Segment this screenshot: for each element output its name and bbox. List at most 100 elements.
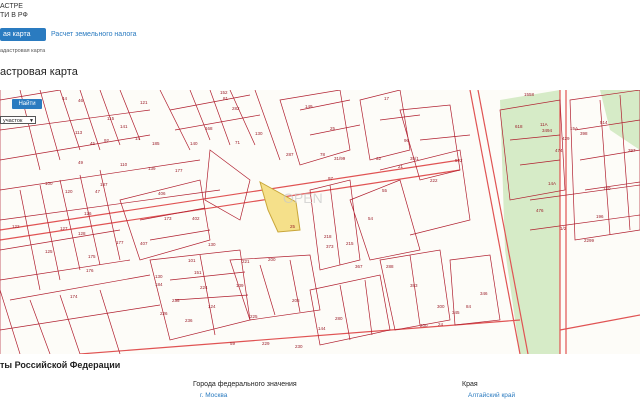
parcel-label: 71: [235, 140, 241, 145]
parcel-label: 367: [355, 264, 363, 269]
parcel-label: 14: [135, 136, 141, 141]
parcel-label: 1558: [524, 92, 535, 97]
parcel-label: 177: [175, 168, 183, 173]
brand-line-2: ТИ В РФ: [0, 12, 28, 19]
parcel-label: 208: [292, 298, 300, 303]
parcel-label: 175: [88, 254, 96, 259]
site-header: АСТРЕ ТИ В РФ: [0, 0, 640, 26]
parcel-label: 187: [100, 182, 108, 187]
regions-title: ты Российской Федерации: [0, 360, 121, 370]
parcel-label: 184: [155, 282, 163, 287]
parcel-label: 110: [120, 162, 128, 167]
parcel-label: 406: [158, 191, 166, 196]
parcel-label: 126: [84, 211, 92, 216]
tab-land-tax[interactable]: Расчет земельного налога: [48, 28, 140, 41]
parcel-label: 226: [160, 311, 168, 316]
parcel-label: 47: [95, 189, 101, 194]
parcel-label: 24: [438, 322, 444, 327]
chevron-down-icon: ▼: [29, 118, 34, 124]
parcel-label: 115: [107, 116, 115, 121]
parcel-label: 383: [410, 283, 418, 288]
parcel-label: 122: [12, 224, 20, 229]
parcel-label: 225: [250, 314, 258, 319]
parcel-label: 174: [70, 294, 78, 299]
find-button[interactable]: Найти: [12, 99, 42, 109]
parcel-label: 151: [194, 270, 202, 275]
parcel-label: 113: [75, 130, 83, 135]
object-type-select[interactable]: участок ▼: [0, 116, 36, 124]
parcel-label: 398: [580, 131, 588, 136]
map-watermark: OPEN: [283, 190, 323, 206]
parcel-label: 25: [290, 224, 296, 229]
parcel-label: 100: [45, 181, 53, 186]
parcel-label: 236: [185, 318, 193, 323]
brand-logo-text[interactable]: АСТРЕ ТИ В РФ: [0, 2, 28, 20]
parcel-label: 45: [90, 141, 96, 146]
parcel-label: 120: [65, 189, 73, 194]
parcel-label: 139: [148, 166, 156, 171]
parcel-label: 429: [562, 136, 570, 141]
cadastral-map[interactable]: 44 46 121 141 113 45 92 110 49 115 14 18…: [0, 90, 640, 354]
parcel-label: 55: [382, 188, 388, 193]
parcel-label: 397: [628, 148, 636, 153]
parcel-label: 407: [140, 241, 148, 246]
parcel-label: 139: [236, 283, 244, 288]
breadcrumb[interactable]: адастровая карта: [0, 48, 45, 54]
parcel-label: 96: [404, 138, 410, 143]
parcel-label: 618: [515, 124, 523, 129]
page-title: астровая карта: [0, 66, 78, 78]
parcel-label: 402: [192, 216, 200, 221]
parcel-label: 14А: [548, 181, 556, 186]
parcel-label: 229: [262, 341, 270, 346]
parcel-label: 144: [318, 326, 326, 331]
map-canvas: 44 46 121 141 113 45 92 110 49 115 14 18…: [0, 90, 640, 354]
parcel-label: 35/1: [410, 156, 419, 161]
parcel-label: 287: [286, 152, 294, 157]
parcel-label: 49: [78, 160, 84, 165]
parcel-label: 173: [164, 216, 172, 221]
parcel-label: 200: [268, 257, 276, 262]
parcel-label: 140: [190, 141, 198, 146]
parcel-label: 345: [452, 310, 460, 315]
parcel-label: 196: [596, 214, 604, 219]
parcel-label: 3494: [542, 128, 553, 133]
parcel-label: 280: [335, 316, 343, 321]
parcel-label: 2299: [584, 238, 595, 243]
parcel-label: 81: [223, 96, 229, 101]
parcel-label: 59: [230, 341, 236, 346]
parcel-label: 149: [305, 104, 313, 109]
parcel-label: 54: [368, 216, 374, 221]
krai-header: Края: [462, 381, 478, 388]
parcel-label: 130: [155, 274, 163, 279]
parcel-label: 218: [324, 234, 332, 239]
parcel-label: 31/99: [334, 156, 346, 161]
parcel-label: 200: [420, 323, 428, 328]
parcel-label: 235: [172, 298, 180, 303]
parcel-label: 32: [376, 156, 382, 161]
parcel-label: 120: [603, 186, 611, 191]
parcel-label: 282: [232, 106, 240, 111]
altai-krai-link[interactable]: Алтайский край: [468, 392, 515, 399]
parcel-label: 346: [480, 291, 488, 296]
parcel-label: 84: [466, 304, 472, 309]
parcel-label: 514: [600, 120, 608, 125]
parcel-label: 215: [346, 241, 354, 246]
parcel-label: 152: [220, 90, 228, 95]
parcel-label: 512: [455, 158, 463, 163]
parcel-label: 25: [330, 126, 336, 131]
regions-section: ты Российской Федерации Города федеральн…: [0, 354, 640, 400]
parcel-label: 17: [384, 96, 390, 101]
parcel-label: 141: [120, 124, 128, 129]
object-type-value: участок: [3, 118, 23, 124]
parcel-label: 300: [437, 304, 445, 309]
parcel-label: 121: [140, 100, 148, 105]
tab-cadastral-map[interactable]: ая карта: [0, 28, 46, 41]
parcel-label: 130: [208, 242, 216, 247]
parcel-label: 373: [326, 244, 334, 249]
parcel-label: 130: [255, 131, 263, 136]
parcel-label: 44: [62, 96, 68, 101]
moscow-link[interactable]: г. Москва: [200, 392, 227, 399]
parcel-label: 168: [205, 126, 213, 131]
parcel-label: 222: [430, 178, 438, 183]
parcel-label: 177: [116, 240, 124, 245]
